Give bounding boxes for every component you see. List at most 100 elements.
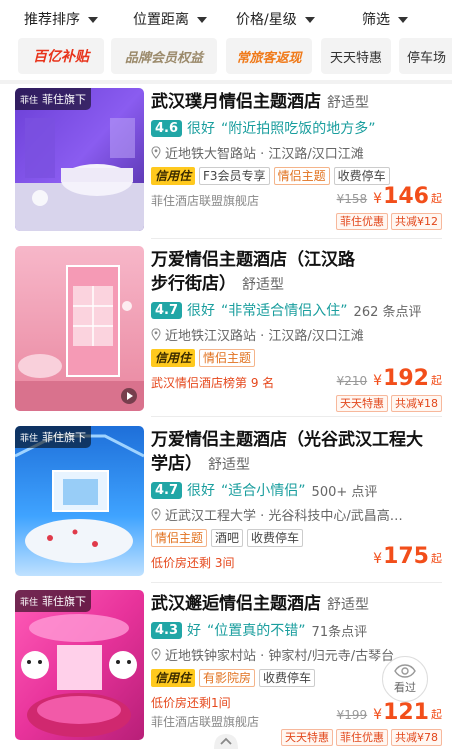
rating-row: 4.7 很好 “非常适合情侣入住” 262 条点评 [151, 299, 441, 321]
sort-distance[interactable]: 位置距离 [133, 9, 207, 29]
rating-score: 4.7 [151, 481, 183, 499]
chip-traveler-label: 常旅客返现 [236, 50, 302, 66]
location-pin-icon [151, 145, 161, 159]
hotel-name: 武汉邂逅情侣主题酒店 [151, 594, 321, 614]
chip-brand-member[interactable]: 品牌会员权益 [111, 38, 217, 74]
promo-badge: 菲住优惠 [336, 729, 388, 746]
eye-icon [394, 663, 416, 678]
location-row: 近武汉工程大学 · 光谷科技中心/武昌高… [151, 504, 441, 524]
hotel-name-line[interactable]: 万爱情侣主题酒店（光谷武汉工程大 [151, 428, 441, 452]
hotel-name: 万爱情侣主题酒店（江汉路 [151, 250, 355, 270]
rating-row: 4.7 很好 “适合小情侣” 500+ 点评 [151, 479, 441, 501]
credit-stay-tag: 信用住 [151, 167, 196, 185]
feature-tag: 情侣主题 [151, 529, 208, 547]
price-box: ¥158 ¥ 146 起 菲住优惠 共减¥12 [333, 184, 442, 230]
location-row: 近地铁大智路站 · 江汉路/汉口江滩 [151, 142, 441, 162]
chip-parking[interactable]: 停车场 [399, 38, 452, 74]
sort-filter-label: 筛选 [362, 12, 390, 28]
location-text: 近地铁钟家村站 · 钟家村/归元寺/古琴台 [165, 648, 395, 664]
rating-row: 4.3 好 “位置真的不错” 71条点评 [151, 619, 441, 641]
hotel-tier: 舒适型 [242, 277, 284, 293]
feature-tag: 收费停车 [247, 529, 304, 547]
currency-symbol: ¥ [373, 551, 383, 567]
sort-recommend[interactable]: 推荐排序 [24, 9, 98, 29]
tag-row: 信用住 情侣主题 [151, 348, 441, 368]
rating-score: 4.3 [151, 621, 183, 639]
review-quote: “位置真的不错” [207, 623, 306, 639]
review-count: 262 条点评 [353, 304, 422, 320]
price-box: ¥210 ¥ 192 起 天天特惠 共减¥18 [333, 366, 442, 412]
rating-row: 4.6 很好 “附近拍照吃饭的地方多” [151, 117, 441, 139]
review-count: 71条点评 [311, 624, 368, 640]
chip-daily-deal[interactable]: 天天特惠 [321, 38, 391, 74]
play-icon[interactable] [121, 388, 137, 404]
location-text: 近武汉工程大学 · 光谷科技中心/武昌高… [165, 508, 403, 524]
hotel-photo[interactable]: 菲住 菲住旗下 [15, 426, 144, 576]
chip-frequent-traveler[interactable]: 常旅客返现 [226, 38, 312, 74]
feature-tag: 收费停车 [333, 167, 390, 185]
hotel-card[interactable]: 菲住 菲住旗下 武汉璞月情侣主题酒店 舒适型 4.6 很好 “附近拍照吃饭的地方多”… [0, 88, 452, 238]
feature-tag: 情侣主题 [199, 349, 256, 367]
chip-baiyi-subsidy[interactable]: 百亿补贴 [18, 38, 104, 74]
review-quote: “非常适合情侣入住” [221, 303, 348, 319]
promo-badge: 天天特惠 [336, 395, 388, 412]
discount-badge: 共减¥12 [391, 213, 442, 230]
hotel-tier: 舒适型 [327, 95, 369, 111]
brand-tag: 菲住 菲住旗下 [15, 590, 92, 612]
sort-recommend-label: 推荐排序 [24, 12, 80, 28]
chevron-down-icon [304, 17, 315, 23]
viewed-history-button[interactable]: 看过 [382, 656, 428, 702]
original-price: ¥199 [336, 708, 368, 722]
price-box: ¥199 ¥ 121 起 天天特惠 菲住优惠 共减¥78 [278, 700, 442, 746]
hotel-card[interactable]: 万爱情侣主题酒店（江汉路 步行街店） 舒适型 4.7 很好 “非常适合情侣入住” … [0, 246, 452, 416]
discount-badge: 共减¥18 [391, 395, 442, 412]
hotel-name-line2[interactable]: 学店） 舒适型 [151, 452, 441, 477]
location-pin-icon [151, 647, 161, 661]
current-price: 175 [383, 544, 429, 569]
sort-bar: 推荐排序 位置距离 价格/星级 筛选 [0, 0, 452, 34]
chevron-down-icon [88, 17, 98, 23]
location-pin-icon [151, 327, 161, 341]
sort-filter[interactable]: 筛选 [362, 9, 408, 29]
brand-tag: 菲住 菲住旗下 [15, 88, 92, 110]
viewed-label: 看过 [394, 680, 416, 694]
chip-baiyi-label: 百亿补贴 [33, 49, 89, 65]
credit-stay-tag: 信用住 [151, 669, 196, 687]
hotel-photo[interactable] [15, 246, 144, 411]
currency-symbol: ¥ [373, 707, 383, 723]
hotel-name-line[interactable]: 武汉璞月情侣主题酒店 舒适型 [151, 90, 441, 115]
brand-tag: 菲住 菲住旗下 [15, 426, 92, 448]
hotel-tier: 舒适型 [208, 457, 250, 473]
rating-word: 很好 [187, 483, 216, 499]
location-text: 近地铁大智路站 · 江汉路/汉口江滩 [165, 146, 364, 162]
chip-daily-label: 天天特惠 [329, 50, 382, 66]
chip-brand-label: 品牌会员权益 [124, 50, 203, 66]
promo-chip-row: 百亿补贴 品牌会员权益 常旅客返现 天天特惠 停车场 [0, 38, 452, 76]
current-price: 121 [383, 700, 429, 725]
hotel-tier: 舒适型 [327, 597, 369, 613]
currency-symbol: ¥ [373, 373, 383, 389]
location-text: 近地铁江汉路站 · 江汉路/汉口江滩 [165, 328, 364, 344]
rating-word: 很好 [187, 121, 216, 137]
credit-stay-tag: 信用住 [151, 349, 196, 367]
hotel-card[interactable]: 菲住 菲住旗下 万爱情侣主题酒店（光谷武汉工程大 学店） 舒适型 4.7 很好 “适… [0, 426, 452, 582]
hotel-name-line[interactable]: 武汉邂逅情侣主题酒店 舒适型 [151, 592, 441, 617]
brand-logo: 菲住 [20, 96, 39, 106]
brand-logo: 菲住 [20, 598, 39, 608]
hotel-name-line[interactable]: 万爱情侣主题酒店（江汉路 [151, 248, 441, 272]
hotel-photo[interactable]: 菲住 菲住旗下 [15, 590, 144, 740]
feature-tag: 酒吧 [211, 529, 244, 547]
review-quote: “附近拍照吃饭的地方多” [221, 121, 376, 137]
card-separator [151, 238, 442, 239]
hotel-name-cont: 学店） [151, 454, 202, 474]
hotel-name-line2[interactable]: 步行街店） 舒适型 [151, 272, 441, 297]
chevron-up-icon[interactable] [214, 732, 238, 749]
feature-tag: 情侣主题 [273, 167, 330, 185]
promo-badge: 天天特惠 [281, 729, 333, 746]
hotel-photo[interactable]: 菲住 菲住旗下 [15, 88, 144, 231]
current-price: 146 [383, 184, 429, 209]
brand-tag-label: 菲住旗下 [42, 595, 87, 608]
hotel-name: 武汉璞月情侣主题酒店 [151, 92, 321, 112]
sort-price-star[interactable]: 价格/星级 [236, 9, 315, 29]
chip-parking-label: 停车场 [407, 50, 447, 66]
